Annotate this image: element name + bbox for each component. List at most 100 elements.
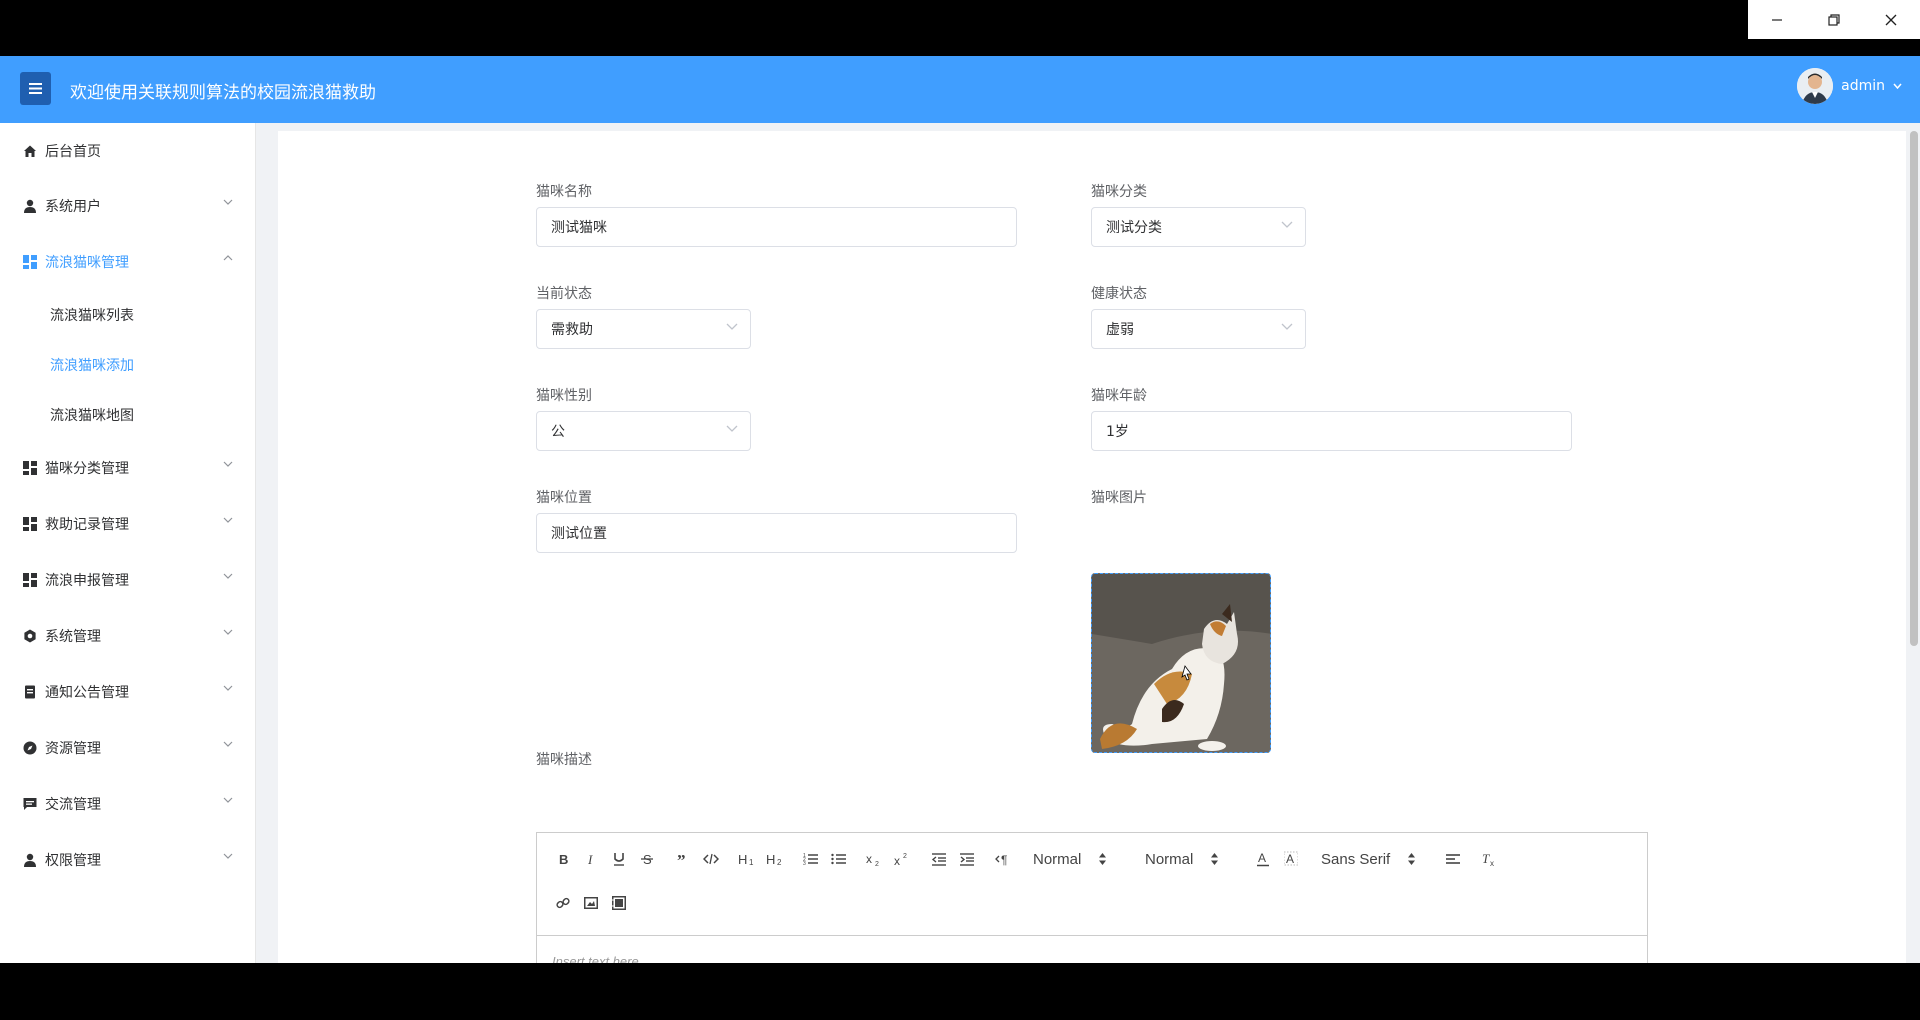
current-status-label: 当前状态	[536, 286, 592, 302]
cat-location-input[interactable]: 测试位置	[536, 513, 1017, 553]
strikethrough-icon: S	[641, 852, 653, 866]
sidebar-item-communication[interactable]: 交流管理	[0, 776, 255, 832]
image-button[interactable]	[577, 891, 605, 915]
chevron-down-icon	[726, 323, 738, 330]
svg-text:1: 1	[749, 858, 754, 866]
clear-format-button[interactable]: Tx	[1475, 847, 1503, 871]
sidebar-item-label: 流浪申报管理	[45, 573, 129, 589]
cat-category-select[interactable]: 测试分类	[1091, 207, 1306, 247]
sidebar-item-home[interactable]: 后台首页	[0, 123, 255, 178]
sidebar-item-stray-reports[interactable]: 流浪申报管理	[0, 552, 255, 608]
ordered-list-button[interactable]: 123	[797, 847, 825, 871]
align-left-icon	[1446, 854, 1460, 864]
cat-age-label: 猫咪年龄	[1091, 388, 1147, 404]
sidebar-item-category[interactable]: 猫咪分类管理	[0, 440, 255, 496]
header-select[interactable]: Normal	[1033, 847, 1129, 871]
sidebar-item-stray-cats[interactable]: 流浪猫咪管理	[0, 234, 255, 290]
grid-icon	[22, 516, 38, 532]
health-status-select[interactable]: 虚弱	[1091, 309, 1306, 349]
text-direction-button[interactable]: ¶	[989, 847, 1017, 871]
font-family-select[interactable]: Sans Serif	[1321, 847, 1431, 871]
sidebar-item-system-users[interactable]: 系统用户	[0, 178, 255, 234]
sidebar-item-system[interactable]: 系统管理	[0, 608, 255, 664]
cat-category-value: 测试分类	[1106, 220, 1162, 236]
header2-button[interactable]: H2	[761, 847, 789, 871]
restore-button[interactable]	[1805, 0, 1862, 39]
code-block-button[interactable]	[697, 847, 725, 871]
user-menu[interactable]: admin	[1797, 68, 1902, 104]
compass-icon	[22, 740, 38, 756]
svg-text:I: I	[587, 852, 593, 866]
cat-image-label: 猫咪图片	[1091, 490, 1147, 506]
svg-text:2: 2	[777, 858, 782, 866]
header1-button[interactable]: H1	[733, 847, 761, 871]
background-color-button[interactable]: A	[1277, 847, 1305, 871]
cat-location-label: 猫咪位置	[536, 490, 592, 506]
video-button[interactable]	[605, 891, 633, 915]
chevron-down-icon	[1281, 221, 1293, 228]
sidebar-item-label: 交流管理	[45, 797, 101, 813]
image-upload[interactable]	[1091, 573, 1271, 753]
superscript-button[interactable]: x2	[889, 847, 917, 871]
window-titlebar	[0, 0, 1920, 56]
chevron-down-icon	[223, 797, 233, 803]
cat-gender-select[interactable]: 公	[536, 411, 751, 451]
sidebar-subitem-cat-list[interactable]: 流浪猫咪列表	[0, 290, 255, 340]
bullet-list-button[interactable]	[825, 847, 853, 871]
svg-text:x: x	[866, 852, 872, 866]
sidebar-item-notices[interactable]: 通知公告管理	[0, 664, 255, 720]
gear-icon	[22, 628, 38, 644]
cat-description-label: 猫咪描述	[536, 752, 592, 768]
scrollbar-thumb[interactable]	[1910, 131, 1918, 646]
cat-category-label: 猫咪分类	[1091, 184, 1147, 200]
window-controls	[1748, 0, 1920, 39]
size-select[interactable]: Normal	[1145, 847, 1241, 871]
font-color-button[interactable]: A	[1249, 847, 1277, 871]
menu-toggle-button[interactable]	[20, 72, 51, 105]
align-button[interactable]	[1439, 847, 1467, 871]
page-header-title: 欢迎使用关联规则算法的校园流浪猫救助	[70, 83, 376, 103]
page-scrollbar[interactable]	[1910, 123, 1918, 963]
bottom-black-band	[0, 963, 1920, 1020]
sidebar-subitem-cat-map[interactable]: 流浪猫咪地图	[0, 390, 255, 440]
sidebar-item-resources[interactable]: 资源管理	[0, 720, 255, 776]
editor-content-area[interactable]: Insert text here ...	[537, 936, 1647, 963]
link-button[interactable]	[549, 891, 577, 915]
sidebar-item-label: 后台首页	[45, 143, 101, 160]
sidebar-item-label: 权限管理	[45, 853, 101, 869]
minimize-button[interactable]	[1748, 0, 1805, 39]
document-icon	[22, 684, 38, 700]
current-status-select[interactable]: 需救助	[536, 309, 751, 349]
underline-button[interactable]	[605, 847, 633, 871]
subscript-button[interactable]: x2	[861, 847, 889, 871]
cat-name-input[interactable]: 测试猫咪	[536, 207, 1017, 247]
sidebar-item-permissions[interactable]: 权限管理	[0, 832, 255, 888]
sidebar-item-label: 流浪猫咪管理	[45, 255, 129, 271]
close-icon	[1885, 14, 1897, 25]
cat-age-input[interactable]: 1岁	[1091, 411, 1572, 451]
svg-text:¶: ¶	[1001, 853, 1007, 866]
strike-button[interactable]: S	[633, 847, 661, 871]
close-button[interactable]	[1863, 0, 1920, 39]
main-content: 猫咪名称 测试猫咪 猫咪分类 测试分类 当前状态 需救助 健康状态 虚弱 猫咪性…	[278, 131, 1906, 963]
svg-text:x: x	[1490, 859, 1494, 866]
italic-button[interactable]: I	[577, 847, 605, 871]
outdent-button[interactable]	[925, 847, 953, 871]
bold-button[interactable]: B	[549, 847, 577, 871]
sidebar-item-rescue-records[interactable]: 救助记录管理	[0, 496, 255, 552]
chevron-down-icon	[1893, 83, 1902, 89]
svg-text:x: x	[894, 854, 900, 866]
updown-arrow-icon	[1408, 853, 1416, 865]
sidebar-item-label: 猫咪分类管理	[45, 461, 129, 477]
grid-icon	[22, 460, 38, 476]
current-status-value: 需救助	[551, 322, 593, 338]
chevron-down-icon	[1281, 323, 1293, 330]
blockquote-button[interactable]: ”	[669, 847, 697, 871]
sidebar-subitem-cat-add[interactable]: 流浪猫咪添加	[0, 340, 255, 390]
ordered-list-icon: 123	[803, 853, 818, 866]
chevron-down-icon	[223, 685, 233, 691]
indent-button[interactable]	[953, 847, 981, 871]
video-icon	[612, 896, 626, 910]
sidebar-item-label: 通知公告管理	[45, 685, 129, 701]
sidebar-item-label: 系统管理	[45, 629, 101, 645]
